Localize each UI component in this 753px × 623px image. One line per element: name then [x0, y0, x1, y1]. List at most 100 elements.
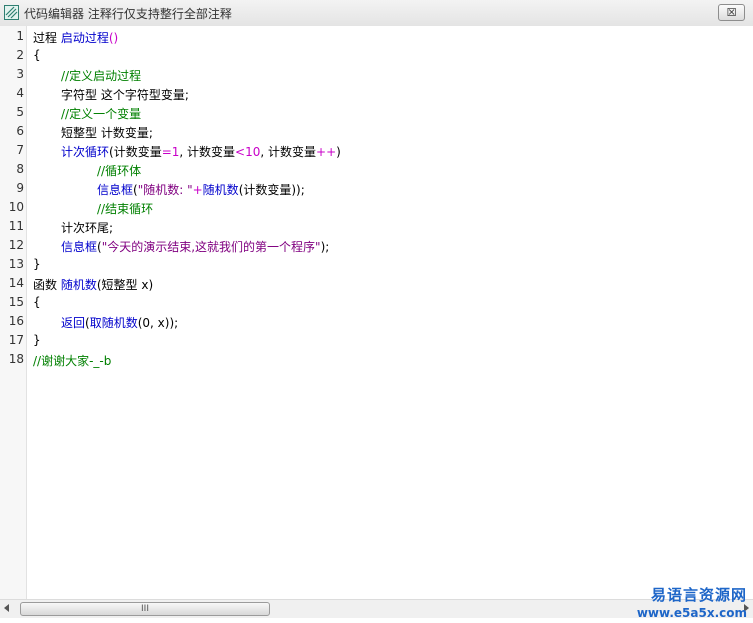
- code-token: 信息框: [97, 183, 134, 197]
- code-token: 信息框: [61, 240, 98, 254]
- line-number: 7: [16, 143, 24, 157]
- code-line[interactable]: 9 信息框("随机数: "+随机数(计数变量));: [0, 181, 753, 200]
- code-line[interactable]: 17}: [0, 333, 753, 352]
- code-token: 短整型 计数变量;: [61, 126, 153, 140]
- code-token: +: [192, 183, 203, 197]
- line-number: 16: [8, 314, 24, 328]
- code-token: {: [33, 48, 41, 62]
- code-token: (计数变量: [109, 145, 162, 159]
- code-line[interactable]: 10 //结束循环: [0, 200, 753, 219]
- code-text[interactable]: 计次循环(计数变量=1, 计数变量<10, 计数变量++): [61, 143, 341, 160]
- code-token: (0, x));: [137, 316, 179, 330]
- code-line[interactable]: 16 返回(取随机数(0, x));: [0, 314, 753, 333]
- code-token: //循环体: [97, 164, 142, 178]
- line-number: 11: [8, 219, 24, 233]
- line-number: 1: [16, 29, 24, 43]
- code-text[interactable]: 计次环尾;: [61, 219, 113, 236]
- title-bar: 代码编辑器 注释行仅支持整行全部注释 ☒: [0, 0, 753, 27]
- line-number: 15: [8, 295, 24, 309]
- scroll-left-icon[interactable]: [4, 604, 9, 612]
- code-token: //定义一个变量: [61, 107, 142, 121]
- code-line[interactable]: 1 过程 启动过程(): [0, 29, 753, 48]
- code-editor[interactable]: 1 过程 启动过程() 2{3//定义启动过程 4 字符型 这个字符型变量; 5//定义一…: [0, 26, 753, 599]
- code-line[interactable]: 5 //定义一个变量: [0, 105, 753, 124]
- line-number: 10: [8, 200, 24, 214]
- code-token: }: [33, 333, 41, 347]
- code-token: (计数变量));: [238, 183, 305, 197]
- code-line[interactable]: 18 //谢谢大家-_-b: [0, 352, 753, 371]
- code-token: (短整型 x): [96, 278, 154, 292]
- app-icon: [4, 5, 19, 20]
- close-button[interactable]: ☒: [718, 4, 745, 21]
- scrollbar-thumb[interactable]: III: [20, 602, 270, 616]
- code-text[interactable]: 短整型 计数变量;: [61, 124, 153, 141]
- watermark-url: www.e5a5x.com: [636, 606, 747, 620]
- code-token: 计次循环: [61, 145, 110, 159]
- code-text[interactable]: {: [33, 48, 41, 62]
- line-number: 18: [8, 352, 24, 366]
- code-token: "随机数: ": [137, 183, 193, 197]
- code-token: //谢谢大家-_-b: [33, 354, 112, 368]
- code-text[interactable]: {: [33, 295, 41, 309]
- code-text[interactable]: 返回(取随机数(0, x));: [61, 314, 178, 331]
- code-token: }: [33, 257, 41, 271]
- code-token: //结束循环: [97, 202, 154, 216]
- code-token: );: [320, 240, 330, 254]
- code-line[interactable]: 2{: [0, 48, 753, 67]
- scrollbar-grip: III: [141, 604, 149, 614]
- code-line[interactable]: 14 函数 随机数(短整型 x): [0, 276, 753, 295]
- line-number: 9: [16, 181, 24, 195]
- code-token: 启动过程: [60, 31, 109, 45]
- code-text[interactable]: 信息框("随机数: "+随机数(计数变量));: [97, 181, 305, 198]
- code-text[interactable]: 过程 启动过程(): [33, 29, 118, 46]
- line-number: 17: [8, 333, 24, 347]
- code-token: 函数: [33, 278, 61, 292]
- window-title: 代码编辑器 注释行仅支持整行全部注释: [24, 7, 232, 21]
- code-line[interactable]: 13}: [0, 257, 753, 276]
- code-line[interactable]: 11 计次环尾;: [0, 219, 753, 238]
- code-text[interactable]: //结束循环: [97, 200, 153, 217]
- code-token: 计次环尾;: [61, 221, 114, 235]
- line-number: 2: [16, 48, 24, 62]
- line-number: 14: [8, 276, 24, 290]
- code-token: 取随机数: [89, 316, 138, 330]
- code-token: //定义启动过程: [61, 69, 142, 83]
- code-line[interactable]: 12 信息框("今天的演示结束,这就我们的第一个程序");: [0, 238, 753, 257]
- code-text[interactable]: }: [33, 333, 41, 347]
- code-token: 过程: [33, 31, 61, 45]
- code-token: , 计数变量: [260, 145, 317, 159]
- code-token: "今天的演示结束,这就我们的第一个程序": [101, 240, 321, 254]
- code-line[interactable]: 4 字符型 这个字符型变量;: [0, 86, 753, 105]
- code-token: 字符型 这个字符型变量;: [61, 88, 189, 102]
- watermark-name: 易语言资源网: [650, 586, 747, 604]
- code-token: , 计数变量: [179, 145, 236, 159]
- code-line[interactable]: 8 //循环体: [0, 162, 753, 181]
- code-token: ): [336, 145, 341, 159]
- code-text[interactable]: //谢谢大家-_-b: [33, 352, 111, 369]
- line-number: 13: [8, 257, 24, 271]
- code-line[interactable]: 7 计次循环(计数变量=1, 计数变量<10, 计数变量++): [0, 143, 753, 162]
- line-number: 5: [16, 105, 24, 119]
- line-number: 8: [16, 162, 24, 176]
- code-token: (): [108, 31, 119, 45]
- line-number: 4: [16, 86, 24, 100]
- line-number: 12: [8, 238, 24, 252]
- code-text[interactable]: 函数 随机数(短整型 x): [33, 276, 153, 293]
- code-token: =1: [161, 145, 180, 159]
- code-text[interactable]: //定义一个变量: [61, 105, 141, 122]
- code-token: <10: [235, 145, 261, 159]
- code-token: {: [33, 295, 41, 309]
- code-text[interactable]: //定义启动过程: [61, 67, 141, 84]
- code-token: 随机数: [60, 278, 97, 292]
- code-line[interactable]: 3 //定义启动过程: [0, 67, 753, 86]
- code-text[interactable]: 信息框("今天的演示结束,这就我们的第一个程序");: [61, 238, 329, 255]
- watermark: 易语言资源网 www.e5a5x.com: [635, 584, 747, 620]
- code-line[interactable]: 15 {: [0, 295, 753, 314]
- code-token: 返回: [61, 316, 86, 330]
- code-line[interactable]: 6 短整型 计数变量;: [0, 124, 753, 143]
- code-text[interactable]: //循环体: [97, 162, 141, 179]
- code-token: ++: [316, 145, 337, 159]
- line-number: 3: [16, 67, 24, 81]
- code-text[interactable]: 字符型 这个字符型变量;: [61, 86, 189, 103]
- code-text[interactable]: }: [33, 257, 41, 271]
